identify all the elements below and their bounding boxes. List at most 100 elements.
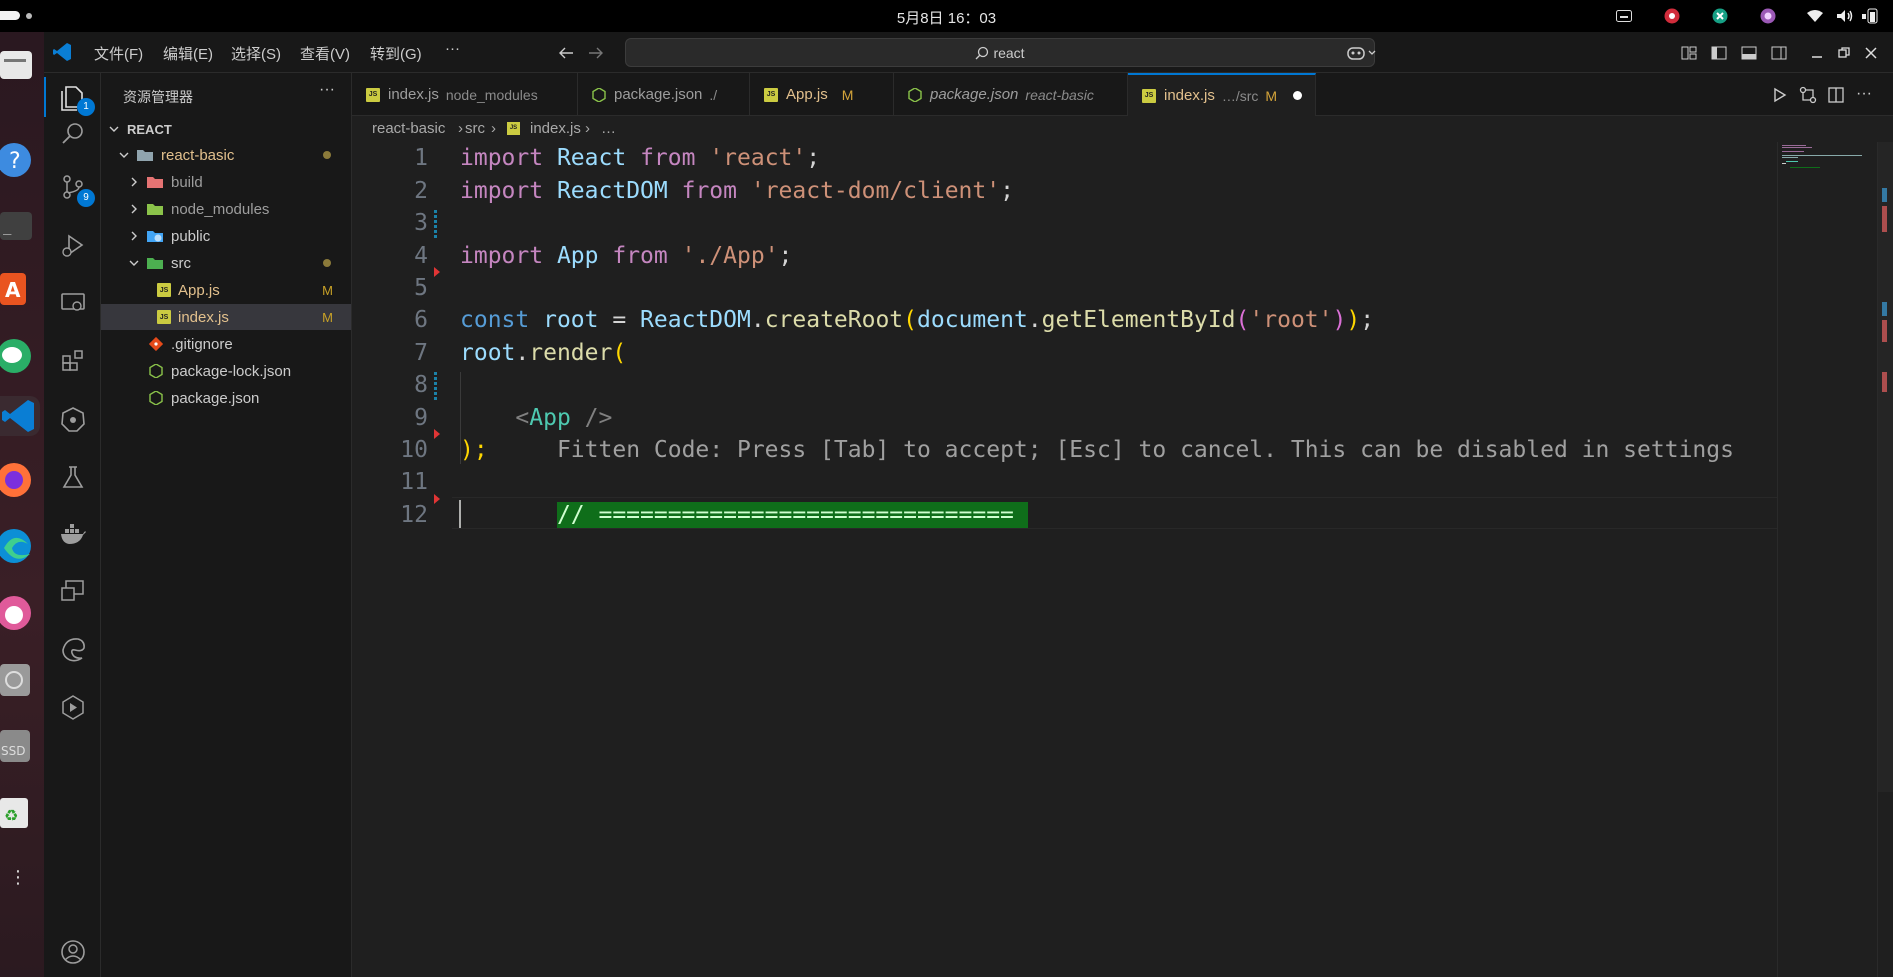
breadcrumb-react-basic[interactable]: react-basic	[372, 120, 445, 137]
editor-more-actions-icon[interactable]: ···	[1854, 84, 1874, 104]
tree-folder-build[interactable]: build	[101, 169, 351, 195]
minimap[interactable]	[1777, 142, 1877, 977]
volume-icon[interactable]	[1835, 7, 1855, 25]
tree-folder-node-modules[interactable]: node_modules	[101, 196, 351, 222]
gutter-deleted-marker[interactable]	[434, 494, 440, 504]
software-center-icon[interactable]: A	[0, 269, 36, 309]
back-arrow-icon[interactable]	[556, 43, 576, 63]
testing-icon[interactable]	[44, 453, 101, 501]
tree-folder-public[interactable]: public	[101, 223, 351, 249]
tab-app-js[interactable]: JS App.js M	[750, 73, 894, 116]
disc-drive-icon[interactable]	[0, 660, 36, 700]
tree-folder-react-basic[interactable]: react-basic	[101, 142, 351, 168]
customize-layout-icon[interactable]	[1679, 43, 1699, 63]
system-clock[interactable]: 5月8日 16：03	[0, 7, 1893, 28]
app-tray-icon-green[interactable]	[1711, 7, 1729, 25]
docker-icon[interactable]	[44, 511, 101, 559]
kubernetes-icon[interactable]	[44, 395, 101, 443]
tree-file-gitignore[interactable]: .gitignore	[101, 331, 351, 357]
tab-index-js-src[interactable]: JS index.js …/src M	[1128, 73, 1316, 116]
menu-go[interactable]: 转到(G)	[370, 43, 422, 64]
help-app-icon[interactable]: ?	[0, 140, 36, 180]
gutter-modified-marker[interactable]	[434, 372, 437, 400]
toggle-panel-icon[interactable]	[1739, 43, 1759, 63]
trash-icon[interactable]: ♻	[0, 792, 36, 832]
tree-file-index-js[interactable]: JS index.js M	[101, 304, 351, 330]
toggle-secondary-sidebar-icon[interactable]	[1769, 43, 1789, 63]
wifi-icon[interactable]	[1805, 7, 1825, 25]
split-editor-icon[interactable]	[1826, 85, 1846, 105]
unsaved-dot-icon[interactable]	[1293, 91, 1303, 100]
command-center-search[interactable]: react	[625, 38, 1375, 67]
run-debug-icon[interactable]	[44, 221, 101, 269]
tree-folder-src[interactable]: src	[101, 250, 351, 276]
vscode-dock-icon[interactable]	[0, 396, 40, 436]
remote-explorer-icon[interactable]	[44, 279, 101, 327]
close-window-icon[interactable]	[1861, 43, 1881, 63]
terminal-app-icon[interactable]: _	[0, 206, 36, 246]
tree-file-package-lock[interactable]: package-lock.json	[101, 358, 351, 384]
firefox-icon[interactable]	[0, 460, 36, 500]
edge-icon[interactable]	[0, 526, 36, 566]
keyboard-icon[interactable]	[1615, 7, 1633, 25]
js-file-icon: JS	[366, 87, 380, 102]
chevron-down-icon	[117, 148, 131, 162]
search-view-icon[interactable]	[44, 107, 101, 161]
gutter-deleted-marker[interactable]	[434, 429, 440, 439]
token-component: App	[529, 405, 571, 431]
tree-label: react-basic	[161, 146, 235, 164]
tree-file-package-json[interactable]: package.json	[101, 385, 351, 411]
token-object: ReactDOM	[640, 307, 751, 333]
app-tray-icon-purple[interactable]	[1759, 7, 1777, 25]
tree-file-app-js[interactable]: JS App.js M	[101, 277, 351, 303]
scrollbar-thumb[interactable]	[1878, 142, 1893, 792]
chevron-right-icon: ›	[491, 120, 496, 137]
tab-package-json-react-basic[interactable]: package.json react-basic	[894, 73, 1128, 116]
remote-containers-icon[interactable]	[44, 567, 101, 615]
menu-file[interactable]: 文件(F)	[94, 43, 143, 64]
tree-label: package-lock.json	[171, 362, 292, 380]
editor-scrollbar[interactable]	[1877, 142, 1893, 977]
extensions-icon[interactable]	[44, 337, 101, 385]
battery-icon[interactable]	[1861, 7, 1881, 25]
gutter-modified-marker[interactable]	[434, 210, 437, 238]
files-app-icon[interactable]	[0, 45, 36, 85]
workspace-root[interactable]: REACT	[101, 116, 351, 142]
edge-devtools-icon[interactable]	[44, 625, 101, 673]
source-control-icon[interactable]: 9	[44, 163, 101, 211]
ai-ghost-suggestion[interactable]: // ==============================	[556, 502, 1028, 528]
menu-selection[interactable]: 选择(S)	[231, 43, 281, 64]
chevron-right-icon: ›	[458, 120, 463, 137]
app-tray-icon-red[interactable]	[1663, 7, 1681, 25]
explorer-more-actions[interactable]: ···	[319, 81, 335, 99]
open-changes-icon[interactable]	[1798, 85, 1818, 105]
breadcrumb-src[interactable]: src	[465, 120, 485, 137]
tree-label: index.js	[178, 308, 229, 326]
menu-edit[interactable]: 编辑(E)	[163, 43, 213, 64]
wechat-icon[interactable]	[0, 336, 36, 376]
menu-view[interactable]: 查看(V)	[300, 43, 350, 64]
copilot-icon[interactable]	[1346, 43, 1378, 63]
toggle-primary-sidebar-icon[interactable]	[1709, 43, 1729, 63]
accounts-icon[interactable]	[44, 928, 101, 976]
menu-more[interactable]: ···	[445, 40, 460, 57]
breadcrumb-index-js[interactable]: index.js	[530, 120, 581, 137]
tab-package-json-root[interactable]: package.json ./	[578, 73, 750, 116]
gutter-deleted-marker[interactable]	[434, 267, 440, 277]
breadcrumb-symbols[interactable]: …	[601, 120, 616, 137]
title-bar: 文件(F) 编辑(E) 选择(S) 查看(V) 转到(G) ··· react	[44, 32, 1893, 73]
minimize-window-icon[interactable]	[1807, 43, 1827, 63]
command-center-label: react	[626, 45, 1374, 63]
run-file-icon[interactable]	[1770, 85, 1790, 105]
cat-app-icon[interactable]	[0, 593, 36, 633]
token-string: 'react-dom/client'	[750, 178, 1001, 204]
restore-window-icon[interactable]	[1834, 43, 1854, 63]
run-panel-icon[interactable]	[44, 683, 101, 731]
explorer-sidebar: 资源管理器 ··· REACT react-basic build node_m…	[101, 73, 352, 977]
tab-description: node_modules	[445, 86, 538, 103]
ssd-drive-icon[interactable]: SSD	[0, 726, 36, 766]
show-apps-icon[interactable]: ⋮	[0, 857, 36, 897]
tab-index-js-node-modules[interactable]: JS index.js node_modules	[352, 73, 578, 116]
forward-arrow-icon[interactable]	[586, 43, 606, 63]
code-editor[interactable]: 1 2 3 4 5 6 7 8 9 10 11 12 import React …	[352, 142, 1777, 977]
